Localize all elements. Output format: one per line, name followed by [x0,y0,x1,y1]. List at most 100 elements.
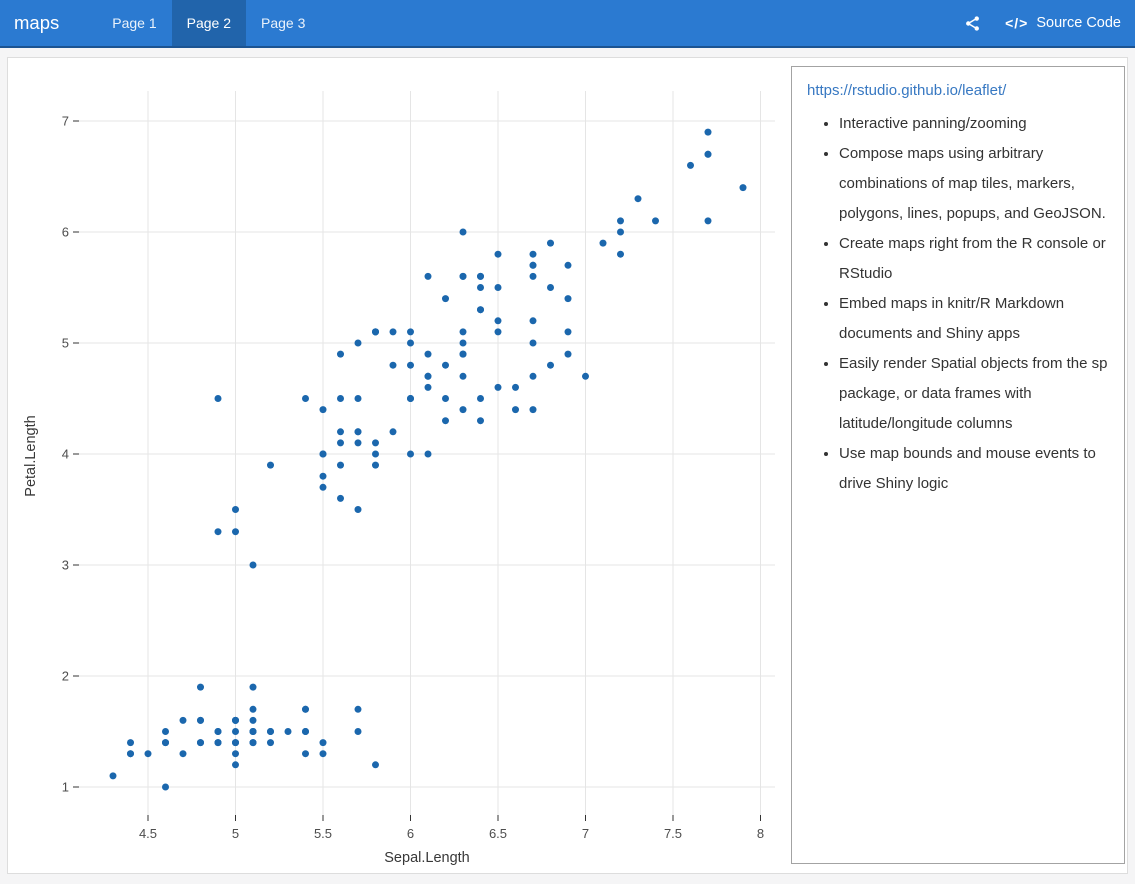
iris-scatter-svg: 1 2 3 4 5 6 7 4.5 5 5.5 6 6.5 7 7.5 8 Sepal.Length Petal… [23,91,775,866]
y-tick-label: 2 [62,669,69,684]
data-point [459,272,467,280]
data-point [354,705,362,713]
data-point [442,361,449,369]
data-point [232,716,239,724]
feature-bullet: Embed maps in knitr/R Markdown documents… [839,289,1109,349]
nav-tabs: Page 1 Page 2 Page 3 [97,0,320,46]
data-point [459,350,467,358]
data-point [687,161,694,169]
data-point [302,395,309,402]
data-point [214,528,222,536]
data-point [372,761,379,769]
data-point [529,272,537,280]
feature-bullet: Interactive panning/zooming [839,109,1109,139]
data-point [494,383,502,391]
data-point [302,750,309,758]
data-point [144,750,152,758]
data-point [337,428,344,436]
data-point [424,372,432,380]
x-axis-title: Sepal.Length [384,850,469,866]
data-point [372,461,379,469]
content-panel: 1 2 3 4 5 6 7 4.5 5 5.5 6 6.5 7 7.5 8 Sepal.Length Petal… [7,57,1128,874]
leaflet-link[interactable]: https://rstudio.github.io/leaflet/ [807,82,1109,99]
data-point [337,494,344,502]
data-point [442,417,449,425]
data-point [354,506,362,513]
data-point [477,417,484,425]
data-point [162,739,169,747]
data-point [477,284,484,291]
data-point [459,339,467,347]
x-tick-label: 5.5 [314,826,332,841]
data-point [337,439,344,447]
x-tick-label: 6 [407,826,414,841]
data-point [477,395,484,402]
info-panel: https://rstudio.github.io/leaflet/ Inter… [791,66,1125,864]
data-point [232,728,239,735]
data-point [249,739,257,747]
data-point [249,716,257,724]
data-point [424,450,432,458]
data-point [249,728,257,735]
tab-page-3[interactable]: Page 3 [246,0,320,46]
y-tick-label: 3 [62,558,69,573]
data-point [407,328,414,336]
data-point [162,783,169,791]
data-point [459,228,467,236]
data-point [704,128,712,136]
data-point [477,306,484,314]
data-point [197,739,204,747]
data-point [389,428,397,436]
navbar: maps Page 1 Page 2 Page 3 </> Source Code [0,0,1135,48]
scatter-plot[interactable]: 1 2 3 4 5 6 7 4.5 5 5.5 6 6.5 7 7.5 8 Sepal.Length Petal… [8,58,798,873]
data-point [232,506,239,513]
tab-page-2[interactable]: Page 2 [171,0,246,46]
data-point [127,750,134,758]
data-point [354,395,362,402]
data-point [319,739,327,747]
x-tick-label: 6.5 [489,826,507,841]
source-code-label: Source Code [1036,15,1121,31]
app-brand[interactable]: maps [0,0,73,46]
data-point [354,339,362,347]
data-point [442,295,449,303]
data-point [232,750,239,758]
source-code-link[interactable]: </> Source Code [1005,15,1121,31]
data-point [599,239,607,247]
data-point [372,439,379,447]
data-point [442,395,449,402]
y-tick-label: 6 [62,225,69,240]
data-point [529,372,537,380]
data-point [302,705,309,713]
data-point [389,361,397,369]
tab-page-1[interactable]: Page 1 [97,0,171,46]
x-tick-label: 7 [582,826,589,841]
data-point [337,350,344,358]
data-point [109,772,117,780]
data-point [179,750,187,758]
data-point [494,250,502,258]
data-point [494,328,502,336]
data-point [249,705,257,713]
data-point [407,339,414,347]
share-icon[interactable] [964,15,981,32]
data-point [529,261,537,269]
data-point [197,716,204,724]
y-tick-label: 7 [62,114,69,129]
data-point [232,528,239,536]
data-point [424,350,432,358]
data-point [162,728,169,735]
x-tick-label: 7.5 [664,826,682,841]
data-point [617,228,624,236]
data-point [249,561,257,569]
data-point [214,739,222,747]
data-point [267,728,274,735]
x-tick-label: 8 [757,826,764,841]
data-point [179,716,187,724]
data-point [284,728,292,735]
navbar-right: </> Source Code [964,0,1135,46]
data-point [494,284,502,291]
data-point [512,406,519,414]
data-point [424,383,432,391]
data-point [529,250,537,258]
